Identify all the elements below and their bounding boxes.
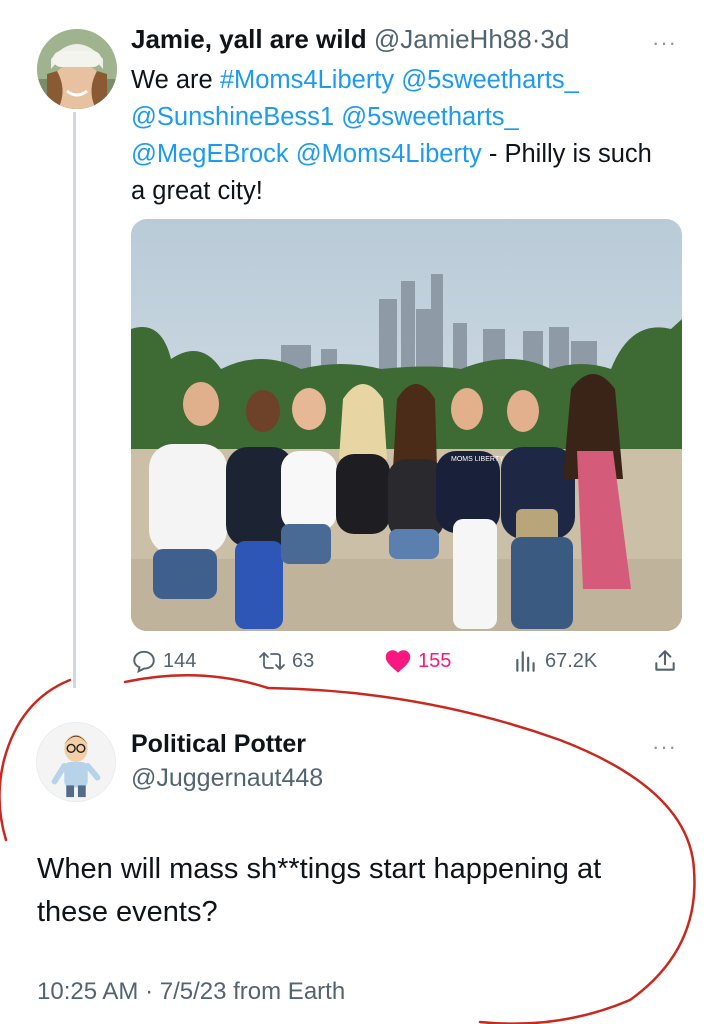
cartoon-avatar [37, 723, 115, 801]
shirt-text: MOMS LIBERTY [451, 456, 504, 463]
reply-meta: 10:25 AM · 7/5/23 from Earth [37, 978, 345, 1006]
mention-link[interactable]: @SunshineBess1 [131, 103, 334, 131]
view-count: 67.2K [545, 649, 598, 672]
reply-author-name[interactable]: Political Potter [131, 730, 306, 759]
retweet-icon [259, 652, 285, 670]
reply-author-handle[interactable]: @Juggernaut448 [131, 764, 323, 793]
tweet-age[interactable]: 3d [540, 24, 569, 54]
views-action[interactable]: 67.2K [513, 648, 597, 674]
mention-link[interactable]: @5sweetharts_ [401, 66, 579, 94]
reply-action[interactable]: 144 [131, 648, 196, 674]
hashtag-link[interactable]: #Moms4Liberty [220, 66, 394, 94]
more-icon[interactable]: ··· [652, 30, 677, 56]
tweet-text-part [289, 140, 296, 168]
tweet-header: Jamie, yall are wild @JamieHh88·3d [131, 24, 569, 55]
tweet-text: We are #Moms4Liberty @5sweetharts_ @Suns… [131, 62, 671, 210]
like-action[interactable]: 155 [384, 648, 451, 674]
retweet-action[interactable]: 63 [258, 648, 314, 674]
reply-date[interactable]: 7/5/23 [160, 978, 227, 1005]
author-name[interactable]: Jamie, yall are wild [131, 24, 367, 54]
mention-link[interactable]: @Moms4Liberty [296, 140, 482, 168]
reply-count: 144 [163, 649, 197, 672]
author-handle[interactable]: @JamieHh88 [374, 24, 532, 54]
retweet-count: 63 [292, 649, 315, 672]
mention-link[interactable]: @MegEBrock [131, 140, 289, 168]
mention-link[interactable]: @5sweetharts_ [341, 103, 519, 131]
tweet-text-part: We are [131, 66, 220, 94]
reply-text: When will mass sh**tings start happening… [37, 853, 602, 928]
reply-icon [133, 650, 155, 674]
share-icon [655, 650, 675, 671]
avatar-photo [37, 29, 117, 109]
views-icon [516, 651, 535, 672]
heart-icon [385, 650, 411, 673]
more-icon[interactable]: ··· [652, 734, 677, 760]
reply-author-avatar[interactable] [36, 722, 116, 802]
author-avatar[interactable] [37, 29, 117, 109]
reply-source: from Earth [226, 978, 346, 1005]
thread-line [73, 112, 76, 688]
separator: · [138, 978, 160, 1005]
reply-time[interactable]: 10:25 AM [37, 978, 138, 1005]
tweet-photo[interactable]: MOMS LIBERTY [131, 219, 682, 631]
share-action[interactable] [652, 648, 678, 674]
group-photo: MOMS LIBERTY [131, 219, 682, 631]
like-count: 155 [418, 649, 452, 672]
